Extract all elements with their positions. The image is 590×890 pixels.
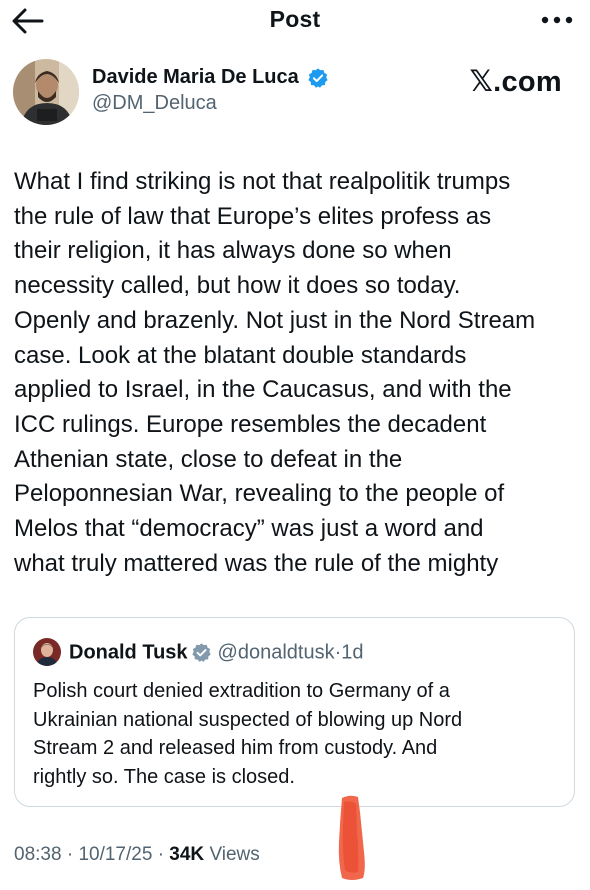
quoted-post-text: Polish court denied extradition to Germa… (33, 677, 563, 791)
post-text-line: What I find striking is not that realpol… (14, 168, 511, 195)
red-marker-scribble (338, 795, 365, 880)
post-text-line: Melos that “democracy” was just a word a… (14, 515, 484, 543)
post-text-line: case. Look at the blatant double standar… (14, 341, 467, 369)
author-avatar-image (13, 59, 79, 125)
quoted-post-header: Donald Tusk @donaldtusk·1d (69, 638, 364, 667)
post-metadata: 08:38 · 10/17/25 · 34K Views (14, 844, 260, 866)
quoted-post-card[interactable]: Donald Tusk @donaldtusk·1d Polish court … (14, 617, 575, 807)
post-text-line: applied to Israel, in the Caucasus, and … (14, 376, 512, 404)
quoted-author-avatar[interactable] (33, 638, 61, 666)
post-text-line: Peloponnesian War, revealing to the peop… (14, 480, 505, 508)
separator-dot: · (157, 844, 165, 865)
quoted-text-line: Polish court denied extradition to Germa… (33, 680, 450, 702)
post-text-line: ICC rulings. Europe resembles the decade… (14, 410, 487, 438)
quoted-author-avatar-image (33, 638, 61, 666)
post-text-line: the rule of law that Europe’s elites pro… (14, 202, 492, 230)
verified-badge-gray-icon (191, 643, 211, 663)
separator-dot: · (66, 844, 74, 865)
quoted-text-line: Ukrainian national suspected of blowing … (33, 708, 463, 731)
page-title: Post (269, 6, 321, 32)
author-block: Davide Maria De Luca @DM_Deluca (92, 66, 329, 115)
top-bar: Post (0, 0, 590, 44)
views-label: Views (209, 844, 260, 865)
views-count: 34K (169, 844, 205, 865)
author-name[interactable]: Davide Maria De Luca (92, 66, 299, 89)
post-time: 08:38 (14, 844, 62, 865)
quoted-text-line: rightly so. The case is closed. (33, 765, 295, 788)
author-handle[interactable]: @DM_Deluca (92, 92, 329, 115)
post-text-line: what truly mattered was the rule of the … (14, 549, 499, 577)
quoted-author-name[interactable]: Donald Tusk (69, 642, 188, 664)
quoted-post-age: 1d (341, 641, 364, 664)
post-text-line: necessity called, but how it does so tod… (14, 272, 461, 300)
post-text-line: Athenian state, close to defeat in the (14, 445, 403, 473)
more-options-button[interactable] (538, 12, 576, 28)
x-logo: 𝕏.com (469, 66, 562, 98)
post-date: 10/17/25 (78, 844, 153, 865)
author-avatar[interactable] (13, 59, 79, 125)
post-text-line: their religion, it has always done so wh… (14, 237, 452, 265)
post-text-line: Openly and brazenly. Not just in the Nor… (14, 306, 536, 334)
quoted-text-line: Stream 2 and released him from custody. … (33, 737, 438, 759)
verified-badge-icon (308, 67, 328, 88)
more-horizontal-icon (541, 16, 573, 24)
quoted-author-handle[interactable]: @donaldtusk (218, 642, 335, 664)
post-text: What I find striking is not that realpol… (14, 165, 584, 581)
